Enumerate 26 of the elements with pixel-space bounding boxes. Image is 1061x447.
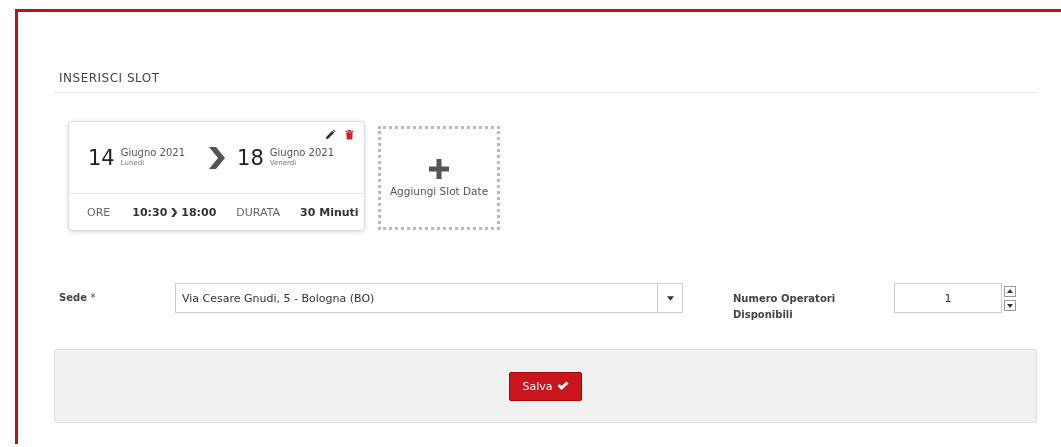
spin-up-icon[interactable] [1004,284,1016,298]
duration-value: 30 Minuti [300,206,359,219]
save-button[interactable]: Salva [509,371,582,401]
section-title: INSERISCI SLOT [54,71,1037,93]
hours-start: 10:30 [132,206,168,219]
duration-label: DURATA [236,206,281,219]
chevron-right-icon [170,207,179,218]
operators-input[interactable]: 1 [894,283,1002,313]
trash-icon[interactable] [344,129,355,140]
add-slot-button[interactable]: Aggiungi Slot Date [378,126,500,230]
chevron-right-icon [207,145,228,171]
plus-icon [429,159,449,179]
add-slot-label: Aggiungi Slot Date [389,185,489,197]
pencil-icon[interactable] [325,129,336,140]
caret-icon [666,295,674,301]
operators-label: Numero Operatori Disponibili [733,292,837,322]
start-month: Giugno 2021 [120,147,186,158]
sede-select[interactable]: Via Cesare Gnudi, 5 - Bologna (BO) [175,283,683,313]
end-day: 18 [237,146,264,170]
start-day: 14 [88,146,115,170]
sede-label: Sede * [59,291,97,303]
end-month: Giugno 2021 [269,147,335,158]
checkmark-icon [556,381,569,391]
hours-label: ORE [87,206,111,219]
spin-down-icon[interactable] [1004,298,1016,312]
hours-end: 18:00 [181,206,217,219]
